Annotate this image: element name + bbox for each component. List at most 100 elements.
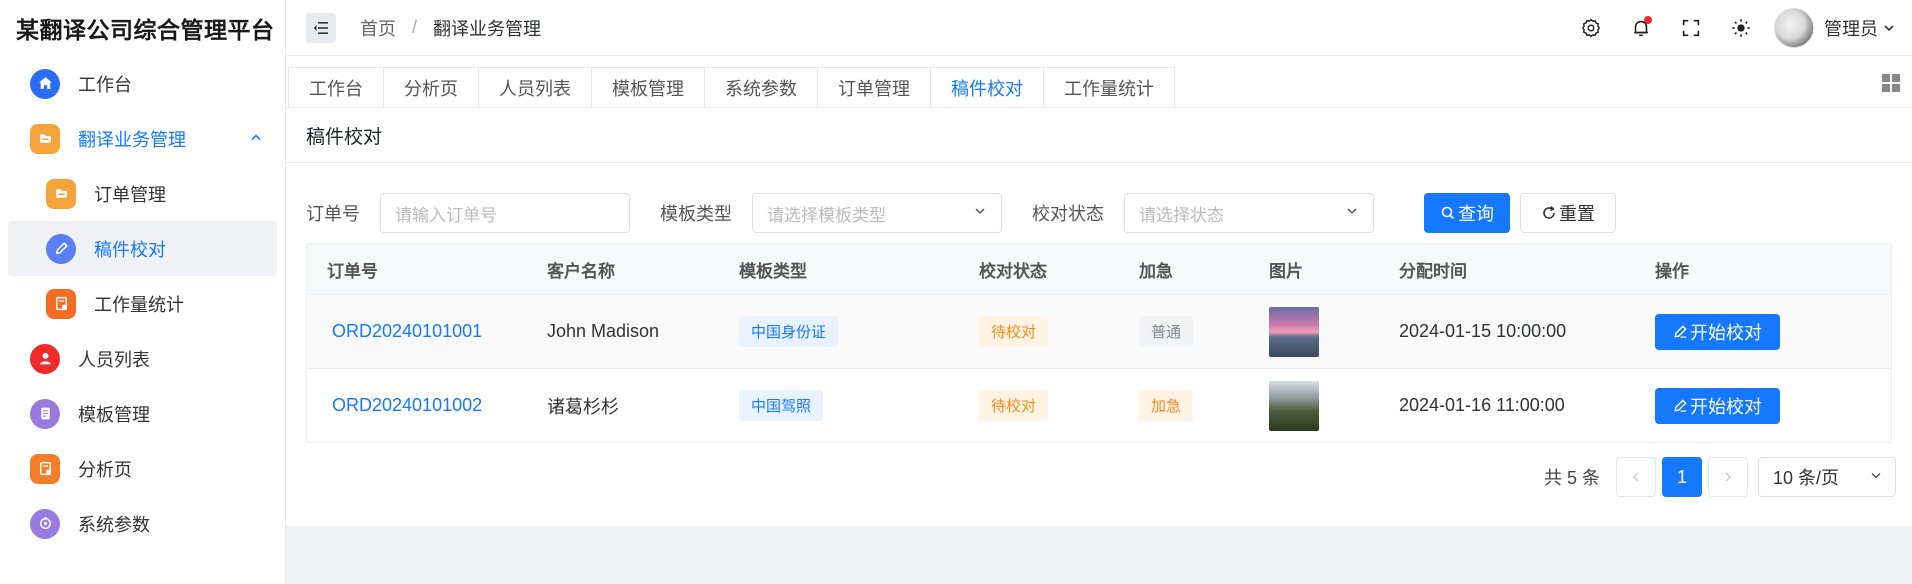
settings-dial-icon: [30, 508, 60, 539]
avatar: [1774, 7, 1814, 48]
proofreading-table: 订单号 客户名称 模板类型 校对状态 加急 图片 分配时间 操作 ORD2024…: [306, 243, 1892, 443]
top-header: 首页 / 翻译业务管理 管理员: [286, 0, 1912, 56]
chart-doc-icon: [46, 288, 76, 319]
sidebar: 某翻译公司综合管理平台 工作台 翻译业务管理 订单管理 稿件校对 工作量统计 人…: [0, 0, 286, 584]
fullscreen-icon: [1682, 19, 1700, 36]
proofreading-panel: 稿件校对 订单号 请输入订单号 模板类型 请选择模板类型 校对状态 请选择状态 …: [286, 108, 1912, 526]
theme-toggle-button[interactable]: [1716, 8, 1766, 48]
sidebar-item-label: 订单管理: [94, 184, 166, 205]
order-number-placeholder: 请输入订单号: [395, 205, 497, 225]
sidebar-item-label: 工作量统计: [94, 294, 184, 315]
edit-icon: [46, 233, 76, 264]
chevron-down-icon: [1884, 24, 1894, 31]
start-proofreading-button[interactable]: 开始校对: [1655, 313, 1780, 350]
sidebar-item-label: 稿件校对: [94, 239, 166, 260]
fullscreen-button[interactable]: [1666, 8, 1716, 48]
gear-icon: [1582, 18, 1600, 37]
customer-name: John Madison: [547, 321, 660, 341]
page-title: 稿件校对: [286, 108, 1912, 163]
search-icon: [1441, 206, 1455, 220]
tab-analysis[interactable]: 分析页: [383, 67, 479, 107]
sidebar-item-label: 人员列表: [78, 349, 150, 370]
proof-status-placeholder: 请选择状态: [1139, 205, 1224, 225]
urgency-tag: 加急: [1139, 390, 1194, 421]
page-number-current[interactable]: 1: [1662, 457, 1702, 497]
pagination: 共 5 条 1 10 条/页: [286, 443, 1912, 497]
settings-button[interactable]: [1566, 8, 1616, 48]
prev-page-button[interactable]: [1616, 457, 1656, 497]
tab-proofreading[interactable]: 稿件校对: [930, 67, 1044, 107]
tabs-menu-button[interactable]: [1882, 74, 1900, 97]
menu-collapse-button[interactable]: [306, 12, 336, 43]
query-button[interactable]: 查询: [1424, 193, 1510, 233]
user-icon: [30, 343, 60, 374]
main-area: 首页 / 翻译业务管理 管理员 工作台 分析页 人员列表 模板管理 系统参数 订…: [286, 0, 1912, 584]
header-actions: 管理员: [1566, 7, 1896, 48]
proof-status-label: 校对状态: [1032, 204, 1104, 224]
menu-fold-icon: [313, 21, 328, 34]
column-header-image: 图片: [1269, 261, 1303, 281]
column-header-urgent: 加急: [1139, 261, 1173, 281]
column-header-customer: 客户名称: [547, 261, 615, 281]
assigned-time: 2024-01-15 10:00:00: [1399, 321, 1567, 341]
proof-status-select[interactable]: 请选择状态: [1124, 193, 1374, 233]
template-type-placeholder: 请选择模板类型: [767, 205, 886, 225]
query-button-label: 查询: [1458, 204, 1494, 224]
sidebar-item-dashboard[interactable]: 工作台: [8, 56, 277, 111]
table-row: ORD20240101002 诸葛杉杉 中国驾照 待校对 加急 2024-01-…: [307, 368, 1891, 442]
content-area: 稿件校对 订单号 请输入订单号 模板类型 请选择模板类型 校对状态 请选择状态 …: [286, 108, 1912, 584]
proof-status-tag: 待校对: [979, 316, 1049, 347]
tab-dashboard[interactable]: 工作台: [288, 67, 384, 107]
page-size-value: 10 条/页: [1773, 468, 1840, 488]
chevron-right-icon: [1725, 472, 1732, 482]
breadcrumb-current: 翻译业务管理: [433, 18, 542, 39]
sun-icon: [1732, 18, 1750, 37]
customer-name: 诸葛杉杉: [547, 396, 619, 417]
breadcrumb: 首页 / 翻译业务管理: [360, 15, 541, 41]
app-title: 某翻译公司综合管理平台: [16, 17, 275, 43]
next-page-button[interactable]: [1708, 457, 1748, 497]
sidebar-item-order-management[interactable]: 订单管理: [8, 166, 277, 221]
assigned-time: 2024-01-16 11:00:00: [1399, 395, 1565, 415]
folder-icon: [30, 123, 60, 154]
tab-order-management[interactable]: 订单管理: [817, 67, 931, 107]
column-header-order: 订单号: [327, 261, 378, 281]
tab-system-params[interactable]: 系统参数: [704, 67, 818, 107]
order-number-link[interactable]: ORD20240101002: [327, 395, 482, 415]
sidebar-item-template-management[interactable]: 模板管理: [8, 386, 277, 441]
document-image-thumbnail[interactable]: [1269, 306, 1319, 357]
reset-button-label: 重置: [1559, 204, 1595, 224]
order-number-link[interactable]: ORD20240101001: [327, 321, 482, 341]
document-icon: [30, 398, 60, 429]
tab-workload-stats[interactable]: 工作量统计: [1043, 67, 1175, 107]
template-type-select[interactable]: 请选择模板类型: [752, 193, 1002, 233]
order-number-input[interactable]: 请输入订单号: [380, 193, 630, 233]
sidebar-item-workload-stats[interactable]: 工作量统计: [8, 276, 277, 331]
sidebar-item-analysis[interactable]: 分析页: [8, 441, 277, 496]
sidebar-menu: 工作台 翻译业务管理 订单管理 稿件校对 工作量统计 人员列表 模板管理 分析页…: [0, 56, 285, 551]
table-row: ORD20240101001 John Madison 中国身份证 待校对 普通…: [307, 294, 1891, 368]
document-image-thumbnail[interactable]: [1269, 380, 1319, 431]
tab-staff-list[interactable]: 人员列表: [478, 67, 592, 107]
pagination-total: 共 5 条: [1543, 468, 1600, 488]
chevron-up-icon: [249, 128, 263, 149]
notification-button[interactable]: [1616, 8, 1666, 48]
refresh-icon: [1543, 205, 1555, 219]
sidebar-item-system-params[interactable]: 系统参数: [8, 496, 277, 551]
page-size-select[interactable]: 10 条/页: [1758, 457, 1896, 497]
chevron-down-icon: [1869, 467, 1883, 488]
tab-template-management[interactable]: 模板管理: [591, 67, 705, 107]
sidebar-item-translation-business[interactable]: 翻译业务管理: [8, 111, 277, 166]
proof-status-tag: 待校对: [979, 390, 1049, 421]
sidebar-item-staff-list[interactable]: 人员列表: [8, 331, 277, 386]
reset-button[interactable]: 重置: [1520, 193, 1616, 233]
chart-doc-icon: [30, 453, 60, 484]
breadcrumb-home[interactable]: 首页: [360, 15, 396, 41]
start-proofreading-button[interactable]: 开始校对: [1655, 387, 1780, 424]
template-type-tag: 中国驾照: [739, 390, 824, 421]
user-menu[interactable]: 管理员: [1774, 7, 1896, 48]
folder-icon: [46, 178, 76, 209]
notification-dot: [1644, 15, 1652, 24]
chevron-left-icon: [1632, 472, 1639, 482]
sidebar-item-proofreading[interactable]: 稿件校对: [8, 221, 277, 276]
